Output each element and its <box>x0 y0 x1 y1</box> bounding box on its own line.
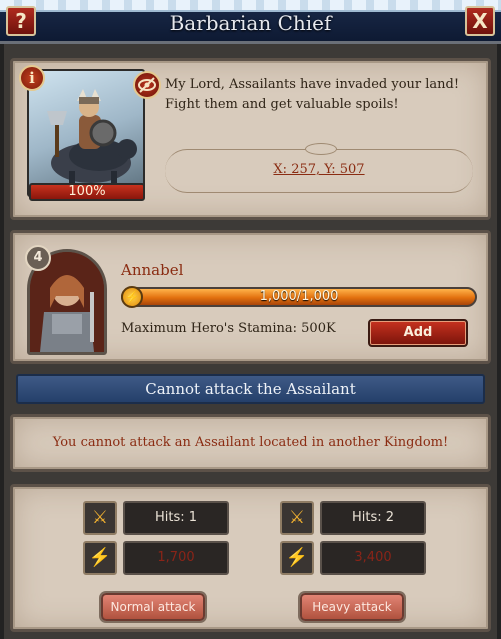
stamina-bolt-icon: ⚡ <box>83 541 117 575</box>
normal-damage-row: ⚡ 1,700 <box>83 541 231 575</box>
message-panel: You cannot attack an Assailant located i… <box>10 414 491 472</box>
stamina-max-label: Maximum Hero's Stamina: 500K <box>121 321 336 336</box>
coordinates-link[interactable]: X: 257, Y: 507 <box>165 162 473 177</box>
heavy-hits-row: ⚔ Hits: 2 <box>280 501 428 535</box>
attack-panel: ⚔ Hits: 1 ⚡ 1,700 Normal attack ⚔ Hits: … <box>10 484 491 632</box>
hero-panel: 4 Annabel 1,000/1,000 ⚡ Maximum Hero's S… <box>10 230 491 364</box>
heavy-attack-group: ⚔ Hits: 2 ⚡ 3,400 <box>280 501 428 581</box>
status-message: You cannot attack an Assailant located i… <box>52 435 449 450</box>
normal-damage-value: 1,700 <box>123 541 229 575</box>
eye-glyph <box>138 77 156 93</box>
eye-icon[interactable] <box>133 71 161 99</box>
status-banner: Cannot attack the Assailant <box>16 374 485 404</box>
crossed-swords-icon: ⚔ <box>83 501 117 535</box>
window-title: Barbarian Chief <box>169 11 332 35</box>
boss-health-bar: 100% <box>29 183 145 201</box>
normal-hits-value: Hits: 1 <box>123 501 229 535</box>
hero-level-badge: 4 <box>25 245 51 271</box>
stamina-value: 1,000/1,000 <box>259 289 339 304</box>
stamina-bolt-icon: ⚡ <box>280 541 314 575</box>
help-button[interactable]: ? <box>6 6 36 36</box>
close-button[interactable]: X <box>465 6 495 36</box>
normal-hits-row: ⚔ Hits: 1 <box>83 501 231 535</box>
boss-panel: i 100% My Lord, Assailants have invaded … <box>10 58 491 220</box>
normal-attack-button[interactable]: Normal attack <box>101 593 205 621</box>
normal-attack-group: ⚔ Hits: 1 ⚡ 1,700 <box>83 501 231 581</box>
heavy-damage-value: 3,400 <box>320 541 426 575</box>
add-stamina-button[interactable]: Add <box>368 319 468 347</box>
hero-name: Annabel <box>121 261 184 279</box>
title-bar: ? Barbarian Chief X <box>0 0 501 44</box>
info-badge[interactable]: i <box>19 65 45 91</box>
flourish-decoration <box>305 143 337 155</box>
heavy-damage-row: ⚡ 3,400 <box>280 541 428 575</box>
barbarian-rider-icon <box>47 89 137 191</box>
heavy-hits-value: Hits: 2 <box>320 501 426 535</box>
coordinates-frame: X: 257, Y: 507 <box>165 143 473 193</box>
crossed-swords-icon: ⚔ <box>280 501 314 535</box>
boss-message: My Lord, Assailants have invaded your la… <box>165 77 460 112</box>
heavy-attack-button[interactable]: Heavy attack <box>300 593 404 621</box>
stamina-bar: 1,000/1,000 <box>121 287 477 307</box>
boss-portrait[interactable] <box>27 69 145 197</box>
stamina-bolt-icon: ⚡ <box>121 286 143 308</box>
